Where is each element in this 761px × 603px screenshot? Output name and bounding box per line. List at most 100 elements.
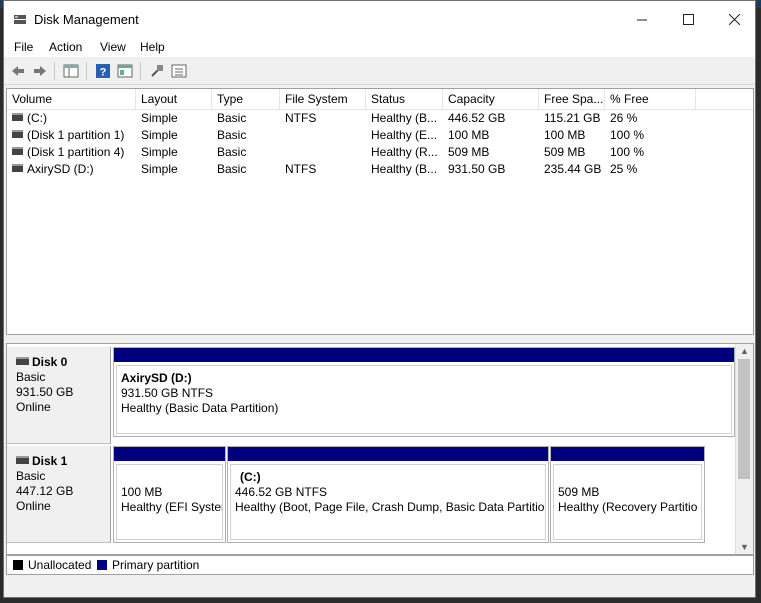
file-system-cell xyxy=(285,127,365,144)
column-header-capacity[interactable]: Capacity xyxy=(443,89,539,109)
partition-d[interactable]: AxirySD (D:) 931.50 GB NTFS Healthy (Bas… xyxy=(113,347,735,437)
console-tree-icon[interactable] xyxy=(63,63,79,79)
layout-cell: Simple xyxy=(141,111,178,125)
disk-row: Disk 1 Basic 447.12 GB Online 100 MB Hea… xyxy=(7,446,737,543)
column-header-file-system[interactable]: File System xyxy=(280,89,366,109)
close-icon xyxy=(728,13,740,25)
type-cell: Basic xyxy=(217,162,247,176)
table-row[interactable]: (C:) Simple Basic NTFS Healthy (B... 446… xyxy=(7,110,753,127)
primary-partition-swatch xyxy=(97,560,107,570)
volume-name: (Disk 1 partition 1) xyxy=(27,128,125,142)
disk-type: Basic xyxy=(16,469,46,483)
disk-management-app-icon xyxy=(14,15,26,24)
maximize-icon xyxy=(682,13,694,25)
primary-partition-bar xyxy=(551,447,704,461)
column-header-percent-free[interactable]: % Free xyxy=(605,89,696,109)
scrollbar-thumb[interactable] xyxy=(738,359,750,479)
file-system-cell xyxy=(285,144,365,161)
partition-status: Healthy (Basic Data Partition) xyxy=(121,401,279,415)
status-bar xyxy=(4,577,755,597)
toolbar: ? xyxy=(4,58,755,85)
volume-name: AxirySD (D:) xyxy=(27,162,94,176)
partition-recovery[interactable]: 509 MB Healthy (Recovery Partitio xyxy=(550,446,705,543)
disk-name: Disk 0 xyxy=(32,355,68,369)
disk-icon xyxy=(16,357,29,365)
volume-list-header: Volume Layout Type File System Status Ca… xyxy=(7,89,753,110)
file-system-cell: NTFS xyxy=(285,111,317,125)
partition-size: 931.50 GB NTFS xyxy=(121,386,214,400)
minimize-button[interactable] xyxy=(619,1,665,37)
forward-arrow-icon[interactable] xyxy=(32,63,48,79)
partition-body: 100 MB Healthy (EFI Syster xyxy=(116,464,223,540)
column-header-type[interactable]: Type xyxy=(212,89,280,109)
partition-body: 509 MB Healthy (Recovery Partitio xyxy=(553,464,702,540)
table-row[interactable]: (Disk 1 partition 1) Simple Basic Health… xyxy=(7,127,753,144)
column-header-free-space[interactable]: Free Spa... xyxy=(539,89,605,109)
properties-icon[interactable] xyxy=(117,63,133,79)
partition-title: (C:) xyxy=(240,470,261,484)
disk-management-window: Disk Management File Action View Help ? … xyxy=(3,0,756,598)
volume-icon xyxy=(12,113,23,121)
menu-file[interactable]: File xyxy=(14,40,33,54)
list-view-icon[interactable] xyxy=(171,63,187,79)
menu-help[interactable]: Help xyxy=(140,40,165,54)
status-cell: Healthy (B... xyxy=(371,111,438,125)
layout-cell: Simple xyxy=(141,145,178,159)
capacity-cell: 100 MB xyxy=(448,128,490,142)
partition-status: Healthy (Recovery Partitio xyxy=(558,500,698,514)
close-button[interactable] xyxy=(711,1,755,37)
type-cell: Basic xyxy=(217,111,247,125)
status-cell: Healthy (B... xyxy=(371,162,438,176)
legend: Unallocated Primary partition xyxy=(6,555,754,575)
disk-icon xyxy=(16,456,29,464)
percent-free-cell: 26 % xyxy=(610,111,638,125)
disk-0-label[interactable]: Disk 0 Basic 931.50 GB Online xyxy=(7,347,111,444)
menu-view[interactable]: View xyxy=(100,40,126,54)
disk-type: Basic xyxy=(16,370,46,384)
help-icon[interactable]: ? xyxy=(95,63,111,79)
disk-size: 447.12 GB xyxy=(16,484,74,498)
menu-action[interactable]: Action xyxy=(49,40,82,54)
status-cell: Healthy (R... xyxy=(371,145,438,159)
capacity-cell: 931.50 GB xyxy=(448,162,506,176)
scroll-up-icon[interactable]: ▲ xyxy=(736,344,753,358)
volume-list[interactable]: Volume Layout Type File System Status Ca… xyxy=(6,88,754,335)
volume-cell: (Disk 1 partition 1) xyxy=(12,127,134,144)
column-header-layout[interactable]: Layout xyxy=(136,89,212,109)
disk-row: Disk 0 Basic 931.50 GB Online AxirySD (D… xyxy=(7,347,737,444)
table-row[interactable]: (Disk 1 partition 4) Simple Basic Health… xyxy=(7,144,753,161)
scroll-down-icon[interactable]: ▼ xyxy=(736,540,753,554)
disk-state: Online xyxy=(16,499,51,513)
minimize-icon xyxy=(636,19,647,20)
toolbar-separator xyxy=(86,62,87,80)
disk-name: Disk 1 xyxy=(32,454,68,468)
type-cell: Basic xyxy=(217,128,247,142)
volume-icon xyxy=(12,164,23,172)
volume-icon xyxy=(12,130,23,138)
toolbar-separator xyxy=(54,62,55,80)
volume-name: (Disk 1 partition 4) xyxy=(27,145,125,159)
file-system-cell: NTFS xyxy=(285,162,317,176)
volume-cell: (Disk 1 partition 4) xyxy=(12,144,134,161)
primary-partition-bar xyxy=(228,447,548,461)
menu-bar: File Action View Help xyxy=(4,37,755,57)
maximize-button[interactable] xyxy=(665,1,711,37)
disk-1-label[interactable]: Disk 1 Basic 447.12 GB Online xyxy=(7,446,111,543)
primary-partition-bar xyxy=(114,348,734,362)
partition-efi[interactable]: 100 MB Healthy (EFI Syster xyxy=(113,446,226,543)
vertical-scrollbar[interactable]: ▲ ▼ xyxy=(735,344,753,554)
table-row[interactable]: AxirySD (D:) Simple Basic NTFS Healthy (… xyxy=(7,161,753,178)
legend-unallocated-label: Unallocated xyxy=(28,558,92,572)
partition-size: 100 MB xyxy=(121,485,163,499)
title-bar[interactable]: Disk Management xyxy=(4,1,755,37)
capacity-cell: 509 MB xyxy=(448,145,490,159)
percent-free-cell: 25 % xyxy=(610,162,638,176)
legend-primary-label: Primary partition xyxy=(112,558,200,572)
volume-icon xyxy=(12,147,23,155)
volume-name: (C:) xyxy=(27,111,47,125)
column-header-status[interactable]: Status xyxy=(366,89,443,109)
connect-icon[interactable] xyxy=(149,63,165,79)
partition-c[interactable]: (C:) 446.52 GB NTFS Healthy (Boot, Page … xyxy=(227,446,549,543)
column-header-volume[interactable]: Volume xyxy=(7,89,136,109)
back-arrow-icon[interactable] xyxy=(10,63,26,79)
